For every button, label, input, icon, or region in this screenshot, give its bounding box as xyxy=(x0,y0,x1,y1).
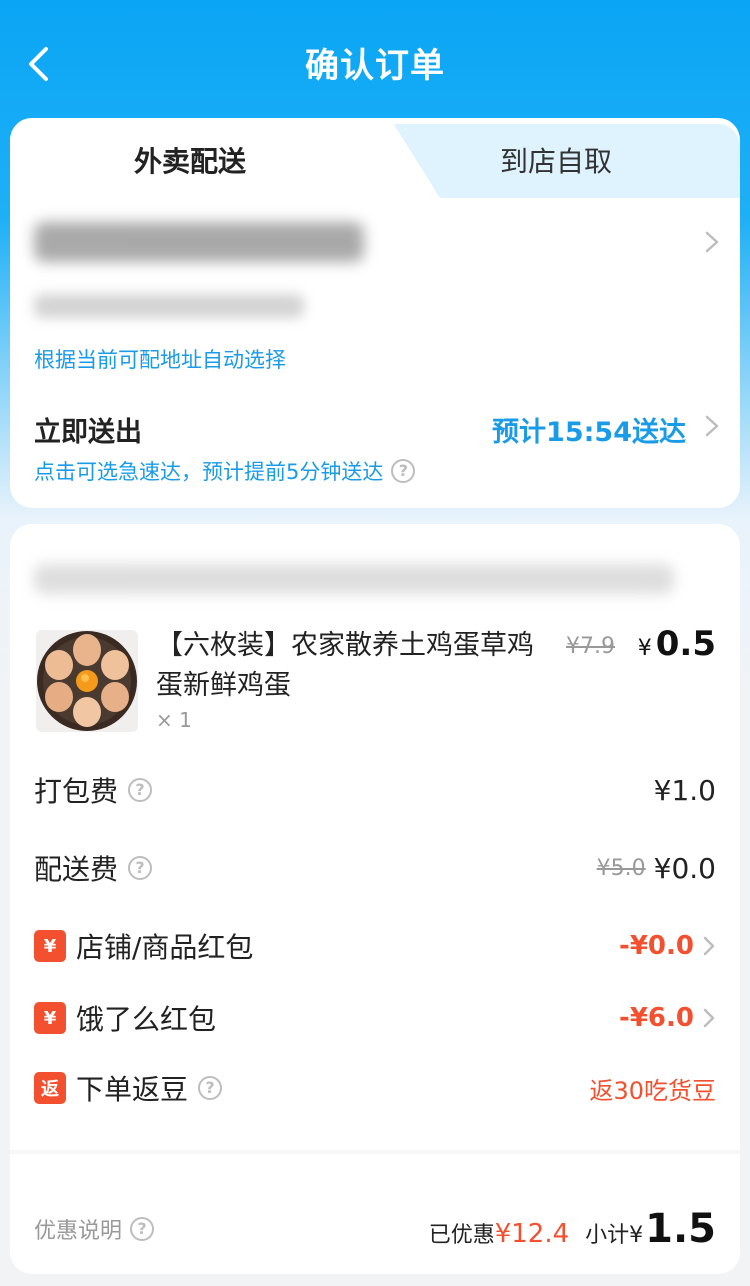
chevron-right-icon xyxy=(703,1008,715,1028)
eleme-coupon-value: -¥6.0 xyxy=(619,1003,694,1033)
discount-note[interactable]: 优惠说明 ? xyxy=(34,1213,155,1245)
delivery-fee-label: 配送费 xyxy=(34,853,119,886)
yuan-badge-icon: ¥ xyxy=(34,1002,66,1034)
product-image xyxy=(36,630,138,732)
product-original-price: ¥7.9 xyxy=(566,634,615,659)
delivery-card: 外卖配送 到店自取 根据当前可配地址自动选择 立即送出 预计15:54送达 点击… xyxy=(10,118,740,508)
question-circle-icon[interactable]: ? xyxy=(130,1217,155,1241)
contact-blurred xyxy=(34,294,304,318)
packing-fee-value: ¥1.0 xyxy=(653,773,716,807)
return-badge-icon: 返 xyxy=(34,1072,66,1104)
saved-value: ¥12.4 xyxy=(494,1219,570,1249)
chevron-right-icon[interactable] xyxy=(704,230,720,254)
delivery-fee-value: ¥0.0 xyxy=(653,851,716,885)
product-quantity: × 1 xyxy=(156,708,192,732)
order-card: 【六枚装】农家散养土鸡蛋草鸡蛋新鲜鸡蛋 × 1 ¥7.9 ¥0.5 打包费 ? … xyxy=(10,524,740,1274)
discount-note-label: 优惠说明 xyxy=(34,1219,123,1244)
urgent-tip-text: 点击可选急速达，预计提前5分钟送达 xyxy=(34,460,384,484)
packing-fee-row: 打包费 ? ¥1.0 xyxy=(34,768,716,812)
auto-select-note: 根据当前可配地址自动选择 xyxy=(34,348,286,372)
tab-pickup[interactable]: 到店自取 xyxy=(500,140,612,180)
saved-amount: 已优惠¥12.4 xyxy=(429,1217,569,1249)
divider xyxy=(10,1150,740,1154)
eleme-coupon-label: 饿了么红包 xyxy=(76,1003,217,1036)
beans-reward-row: 返 下单返豆 ? 返30吃货豆 xyxy=(34,1066,716,1110)
shop-name-blurred xyxy=(34,564,674,594)
deliver-now-label: 立即送出 xyxy=(34,417,142,448)
chevron-right-icon xyxy=(703,936,715,956)
question-circle-icon[interactable]: ? xyxy=(198,1076,223,1100)
product-price: ¥0.5 xyxy=(638,624,716,664)
urgent-delivery-tip[interactable]: 点击可选急速达，预计提前5分钟送达 ? xyxy=(34,456,416,486)
eleme-coupon-row[interactable]: ¥ 饿了么红包 -¥6.0 xyxy=(34,996,716,1040)
beans-reward-label: 下单返豆 xyxy=(76,1073,189,1106)
shop-coupon-label: 店铺/商品红包 xyxy=(76,931,254,964)
delivery-fee-row: 配送费 ? ¥5.0 ¥0.0 xyxy=(34,846,716,890)
address-blurred[interactable] xyxy=(34,222,364,262)
question-circle-icon[interactable]: ? xyxy=(128,856,153,880)
shop-coupon-row[interactable]: ¥ 店铺/商品红包 -¥0.0 xyxy=(34,924,716,968)
egg-bowl-icon xyxy=(37,631,137,731)
product-price-value: 0.5 xyxy=(655,624,716,664)
delivery-fee-original: ¥5.0 xyxy=(596,855,646,881)
header: 确认订单 xyxy=(0,0,750,120)
saved-prefix: 已优惠 xyxy=(428,1223,495,1248)
product-name: 【六枚装】农家散养土鸡蛋草鸡蛋新鲜鸡蛋 xyxy=(156,630,534,701)
page-title: 确认订单 xyxy=(305,46,445,86)
tab-delivery[interactable]: 外卖配送 xyxy=(134,140,246,180)
subtotal-prefix: 小计¥ xyxy=(585,1223,644,1248)
beans-reward-value: 返30吃货豆 xyxy=(589,1076,716,1105)
subtotal: 小计¥1.5 xyxy=(585,1206,716,1252)
delivery-mode-tabs: 外卖配送 到店自取 xyxy=(10,118,740,198)
packing-fee-label: 打包费 xyxy=(34,775,119,808)
shop-coupon-value: -¥0.0 xyxy=(619,931,694,961)
question-circle-icon[interactable]: ? xyxy=(391,459,416,483)
totals: 已优惠¥12.4 小计¥1.5 xyxy=(429,1206,716,1252)
subtotal-value: 1.5 xyxy=(645,1206,716,1252)
question-circle-icon[interactable]: ? xyxy=(128,778,153,802)
currency-symbol: ¥ xyxy=(637,636,652,661)
chevron-right-icon[interactable] xyxy=(704,414,720,438)
yuan-badge-icon: ¥ xyxy=(34,930,66,962)
delivery-eta[interactable]: 预计15:54送达 xyxy=(492,410,686,449)
order-summary: 优惠说明 ? 已优惠¥12.4 小计¥1.5 xyxy=(34,1204,716,1254)
